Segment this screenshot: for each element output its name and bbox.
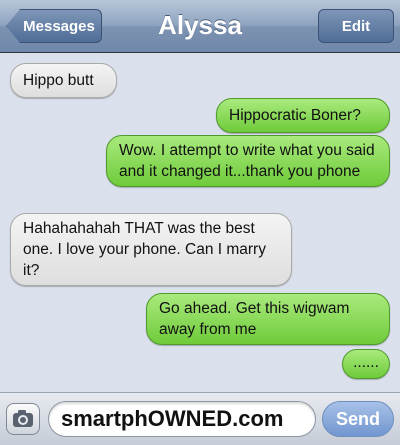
- camera-icon: [13, 410, 33, 427]
- send-button[interactable]: Send: [322, 401, 394, 437]
- outgoing-message: Go ahead. Get this wigwam away from me: [146, 293, 390, 345]
- outgoing-message: ......: [342, 349, 390, 379]
- message-thread[interactable]: Hippo butt Hippocratic Boner? Wow. I att…: [0, 53, 400, 392]
- navigation-bar: Messages Alyssa Edit: [0, 0, 400, 53]
- outgoing-message: Wow. I attempt to write what you said an…: [106, 135, 390, 187]
- camera-button[interactable]: [6, 403, 40, 435]
- incoming-message: Hippo butt: [10, 63, 117, 98]
- incoming-message: Hahahahahah THAT was the best one. I lov…: [10, 213, 292, 286]
- compose-toolbar: smartphOWNED.com Send: [0, 392, 400, 445]
- edit-button[interactable]: Edit: [318, 9, 394, 43]
- message-input[interactable]: smartphOWNED.com: [48, 401, 316, 437]
- outgoing-message: Hippocratic Boner?: [216, 98, 390, 133]
